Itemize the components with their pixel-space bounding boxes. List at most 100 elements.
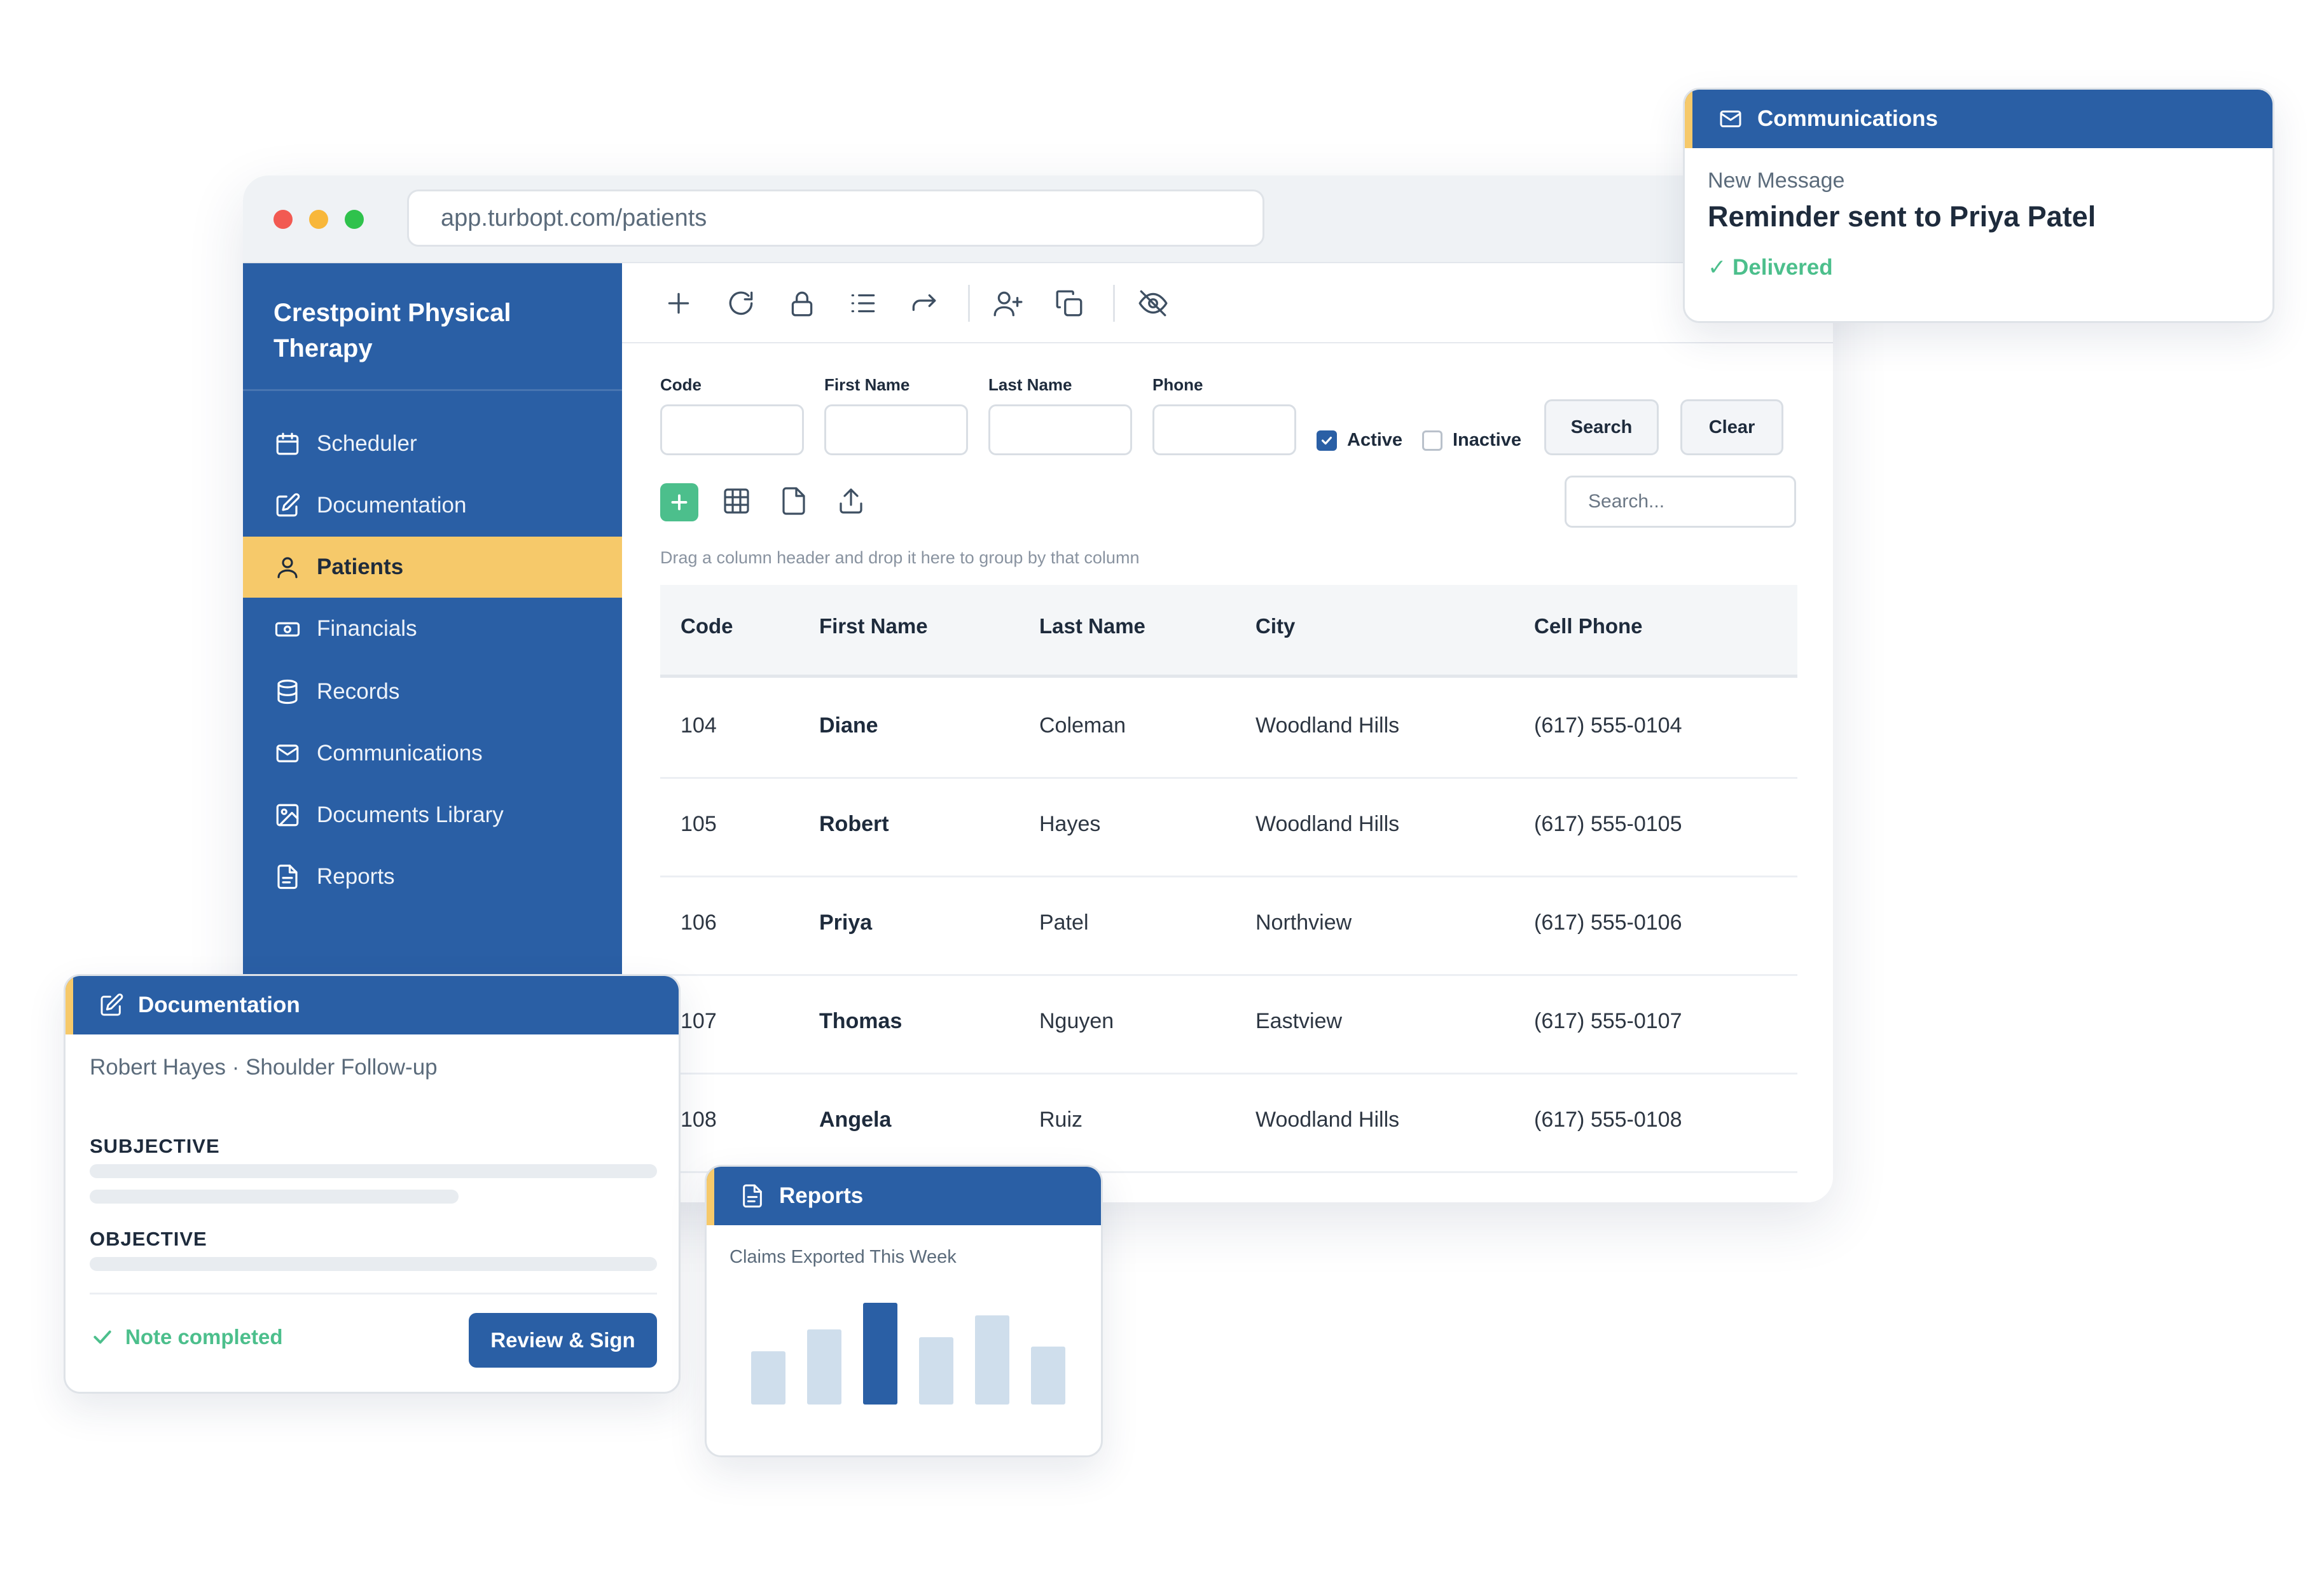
message-type: New Message [1708,168,1845,193]
cell-last-name: Patel [1039,910,1089,935]
address-bar[interactable]: app.turbopt.com/patients [407,189,1264,247]
toolbar-divider [1113,285,1115,322]
section-subjective: SUBJECTIVE [90,1135,220,1157]
group-by-hint[interactable]: Drag a column header and drop it here to… [660,548,1139,568]
chart-bar [975,1315,1009,1405]
list-icon[interactable] [847,287,879,319]
close-window-button[interactable] [273,210,293,229]
communications-card-header: Communications [1685,90,2272,148]
note-status: Note completed [90,1324,283,1350]
brand-name: Crestpoint Physical Therapy [273,299,511,362]
column-header-city[interactable]: City [1255,614,1295,638]
documentation-card[interactable]: Documentation Robert Hayes · Shoulder Fo… [64,974,681,1394]
cell-code: 108 [681,1108,717,1132]
refresh-icon[interactable] [725,287,757,319]
delivery-status: ✓ Delivered [1708,255,1833,280]
note-subtitle: Robert Hayes · Shoulder Follow-up [90,1055,438,1080]
sidebar-item-reports[interactable]: Reports [243,846,622,907]
cell-phone: (617) 555-0104 [1534,713,1682,738]
checkmark-icon [1317,430,1337,451]
checkbox-box [1422,430,1442,451]
cell-first-name: Diane [819,713,878,738]
column-header-code[interactable]: Code [681,614,733,638]
edit-icon [100,993,123,1016]
documentation-card-header: Documentation [66,976,679,1034]
card-title: Documentation [138,993,300,1017]
cell-city: Eastview [1255,1009,1343,1033]
cell-city: Woodland Hills [1255,812,1400,836]
table-row[interactable]: 106 Priya Patel Northview (617) 555-0106 [660,877,1797,976]
sidebar-item-patients[interactable]: Patients [243,537,622,598]
add-user-icon[interactable] [992,287,1024,319]
sidebar-item-records[interactable]: Records [243,661,622,722]
database-icon [273,678,301,706]
grid-search-input[interactable]: Search... [1565,476,1796,528]
first-name-field[interactable] [824,404,968,455]
file-icon [273,863,301,891]
mail-icon [273,739,301,767]
sidebar-item-label: Documents Library [317,802,504,827]
sidebar-item-financials[interactable]: Financials [243,598,622,659]
cell-phone: (617) 555-0106 [1534,910,1682,935]
chart-bar [807,1329,841,1405]
card-title: Communications [1757,106,1938,131]
cell-city: Woodland Hills [1255,1108,1400,1132]
mail-icon [1720,110,1741,128]
search-button[interactable]: Search [1544,399,1659,455]
table-row[interactable]: 105 Robert Hayes Woodland Hills (617) 55… [660,779,1797,877]
lock-icon[interactable] [786,287,818,319]
cell-last-name: Coleman [1039,713,1126,738]
card-divider [90,1293,657,1295]
sidebar-item-scheduler[interactable]: Scheduler [243,413,622,474]
chart-bar [1031,1346,1065,1405]
communications-card[interactable]: Communications New Message Reminder sent… [1683,88,2274,323]
sidebar-item-documentation[interactable]: Documentation [243,475,622,536]
browser-chrome: app.turbopt.com/patients [243,175,1833,263]
last-name-label: Last Name [988,375,1072,394]
table-row[interactable]: 108 Angela Ruiz Woodland Hills (617) 555… [660,1075,1797,1173]
sidebar-item-label: Communications [317,741,483,766]
phone-field[interactable] [1152,404,1296,455]
sidebar-item-communications[interactable]: Communications [243,723,622,784]
column-header-cell-phone[interactable]: Cell Phone [1534,614,1643,638]
section-objective: OBJECTIVE [90,1228,207,1250]
copy-icon[interactable] [1053,287,1085,319]
eye-off-icon[interactable] [1137,287,1169,319]
column-header-last-name[interactable]: Last Name [1039,614,1145,638]
reports-card[interactable]: Reports Claims Exported This Week [705,1165,1103,1457]
sidebar-item-label: Documentation [317,493,467,518]
code-field[interactable] [660,404,804,455]
sidebar-item-documents-library[interactable]: Documents Library [243,785,622,846]
sidebar-divider [243,389,622,391]
sidebar-item-label: Records [317,679,400,704]
review-sign-button[interactable]: Review & Sign [469,1313,657,1368]
minimize-window-button[interactable] [309,210,328,229]
sidebar-item-label: Reports [317,864,395,889]
plus-icon [671,494,688,511]
export-icon[interactable] [836,486,866,516]
document-icon[interactable] [778,486,809,516]
cell-phone: (617) 555-0108 [1534,1108,1682,1132]
add-record-button[interactable] [660,483,698,521]
clear-button[interactable]: Clear [1680,399,1783,455]
grid-icon[interactable] [721,486,752,516]
cell-city: Woodland Hills [1255,713,1400,738]
cell-first-name: Thomas [819,1009,903,1033]
chart-bar [751,1351,785,1405]
cell-code: 104 [681,713,717,738]
cell-code: 106 [681,910,717,935]
table-row[interactable]: 104 Diane Coleman Woodland Hills (617) 5… [660,680,1797,779]
inactive-checkbox[interactable]: Inactive [1422,430,1521,451]
redo-icon[interactable] [908,287,940,319]
maximize-window-button[interactable] [345,210,364,229]
last-name-field[interactable] [988,404,1132,455]
edit-icon [273,491,301,519]
active-checkbox[interactable]: Active [1317,430,1402,451]
cell-first-name: Priya [819,910,873,935]
plus-icon[interactable] [663,287,695,319]
table-row[interactable]: 107 Thomas Nguyen Eastview (617) 555-010… [660,976,1797,1075]
user-icon [273,553,301,581]
chart-bar [863,1303,897,1405]
column-header-first-name[interactable]: First Name [819,614,928,638]
text-placeholder-line [90,1164,657,1178]
